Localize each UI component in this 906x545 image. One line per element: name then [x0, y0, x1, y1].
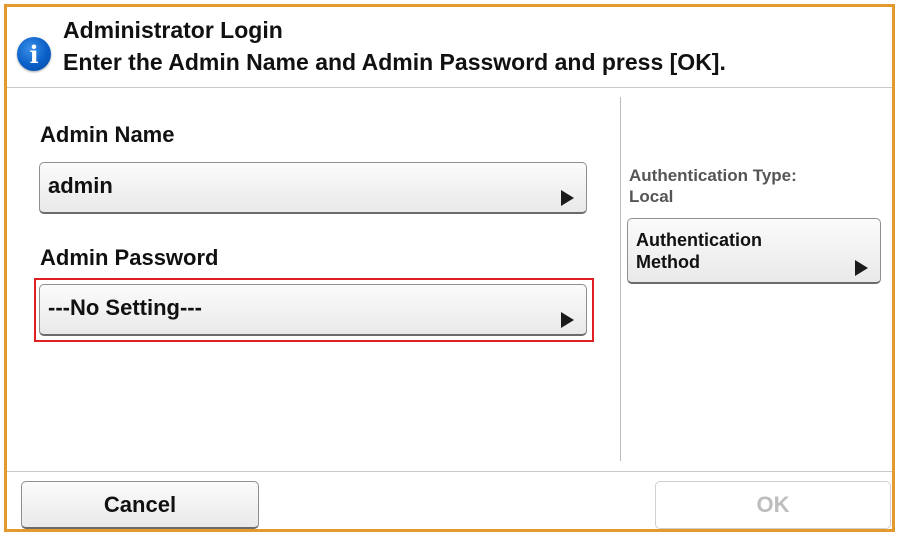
authentication-method-button[interactable]: Authentication Method — [627, 218, 881, 284]
chevron-right-icon — [561, 312, 574, 328]
authentication-type-value: Local — [629, 187, 674, 206]
ok-button[interactable]: OK — [655, 481, 891, 529]
dialog-frame: i Administrator Login Enter the Admin Na… — [4, 4, 895, 532]
authentication-method-label: Authentication Method — [636, 229, 762, 273]
authentication-method-line2: Method — [636, 252, 700, 272]
dialog-header: i Administrator Login Enter the Admin Na… — [7, 7, 892, 88]
info-icon: i — [17, 37, 51, 71]
dialog-footer: Cancel OK — [7, 471, 892, 529]
cancel-button[interactable]: Cancel — [21, 481, 259, 529]
authentication-method-line1: Authentication — [636, 230, 762, 250]
admin-name-value: admin — [48, 173, 113, 198]
info-icon-glyph: i — [29, 40, 39, 69]
admin-password-field[interactable]: ---No Setting--- — [39, 284, 587, 336]
dialog-title: Administrator Login — [63, 17, 283, 43]
admin-name-field[interactable]: admin — [39, 162, 587, 214]
vertical-divider — [620, 97, 621, 461]
admin-name-label: Admin Name — [40, 122, 175, 147]
dialog-message: Enter the Admin Name and Admin Password … — [63, 49, 726, 75]
chevron-right-icon — [855, 260, 868, 276]
chevron-right-icon — [561, 190, 574, 206]
admin-password-value: ---No Setting--- — [48, 295, 202, 320]
authentication-type: Authentication Type: Local — [629, 165, 797, 207]
authentication-type-label: Authentication Type: — [629, 166, 797, 185]
admin-password-label: Admin Password — [40, 245, 219, 270]
